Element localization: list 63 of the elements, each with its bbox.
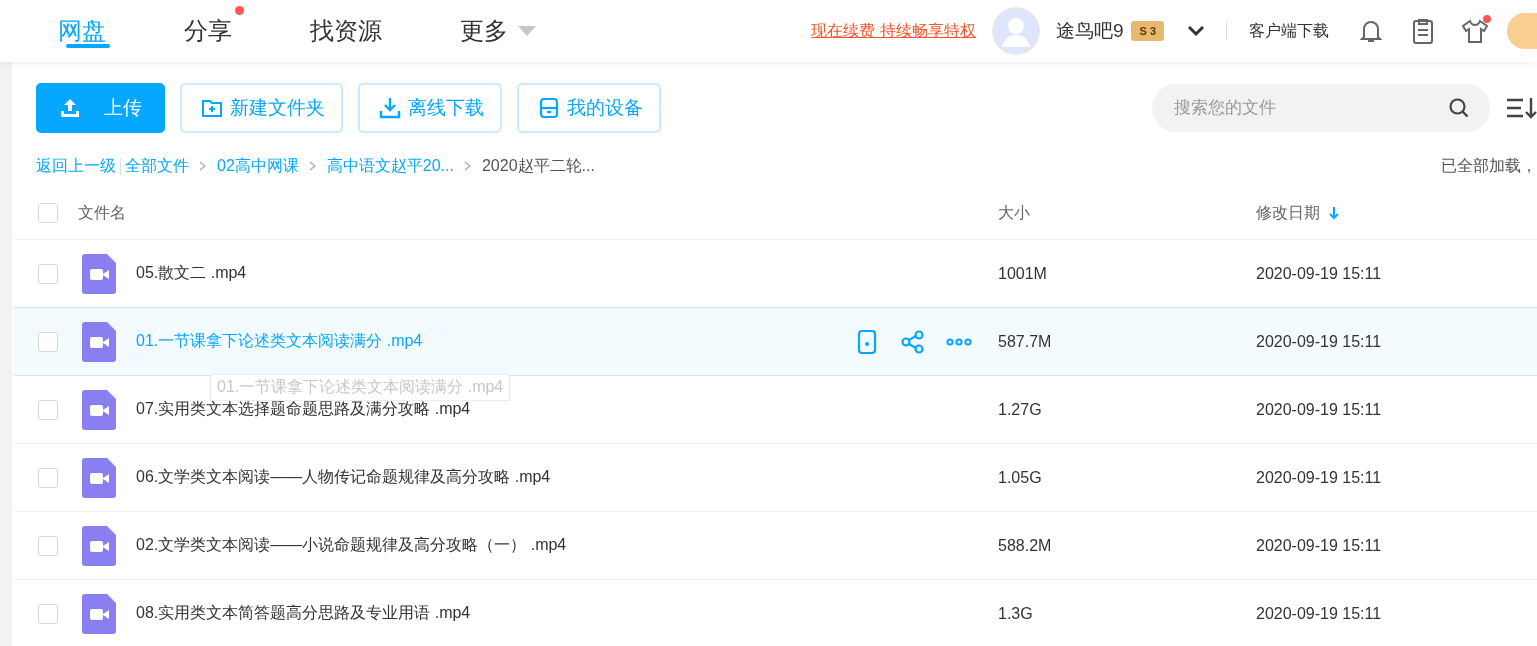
row-checkbox[interactable] [38, 399, 58, 420]
active-tab-indicator [66, 44, 110, 48]
file-name[interactable]: 06.文学类文本阅读——人物传记命题规律及高分攻略 .mp4 [136, 467, 796, 488]
modified-date: 2020-09-19 15:11 [1256, 264, 1383, 283]
file-name[interactable]: 02.文学类文本阅读——小说命题规律及高分攻略（一） .mp4 [136, 535, 796, 556]
video-file-icon [82, 457, 116, 498]
column-header[interactable]: 修改日期 [1256, 202, 1320, 224]
file-name[interactable]: 07.实用类文本选择题命题思路及满分攻略 .mp4 [136, 399, 796, 420]
download-icon [378, 96, 402, 120]
sort-icon[interactable] [1505, 95, 1537, 121]
column-header[interactable]: 文件名 [78, 202, 998, 224]
chevron-right-icon [199, 161, 207, 171]
file-size: 587.7M [998, 332, 1053, 351]
breadcrumb-item: 2020赵平二轮... [481, 155, 595, 176]
nav-tab[interactable]: 分享 [184, 0, 244, 62]
video-file-icon [82, 389, 116, 430]
select-all-checkbox[interactable] [38, 203, 58, 223]
avatar-icon [991, 7, 1040, 55]
file-size: 1.3G [998, 604, 1034, 623]
shirt-icon[interactable] [1461, 17, 1489, 45]
caret-icon [518, 26, 536, 36]
search-icon[interactable] [1448, 97, 1470, 119]
sort-down-icon [1328, 206, 1340, 220]
file-row[interactable]: 06.文学类文本阅读——人物传记命题规律及高分攻略 .mp4 1.05G 2020-09-19 15:11 [14, 444, 1537, 512]
member-button[interactable] [1507, 13, 1537, 49]
video-file-icon [82, 593, 116, 634]
search-field[interactable]: 搜索您的文件 [1152, 84, 1490, 132]
notification-dot [1483, 15, 1491, 23]
column-header[interactable]: 大小 [998, 202, 1256, 224]
file-size: 1.27G [998, 400, 1043, 419]
device-icon [537, 96, 561, 120]
share-icon[interactable] [900, 328, 926, 355]
nav-tab[interactable]: 找资源 [310, 0, 394, 62]
file-row[interactable]: 01.一节课拿下论述类文本阅读满分 .mp4 587.7M 2020-09-19 15:11 [14, 307, 1537, 376]
modified-date: 2020-09-19 15:11 [1256, 536, 1383, 555]
row-checkbox[interactable] [38, 535, 58, 556]
load-status: 已全部加载， [1441, 155, 1537, 176]
modified-date: 2020-09-19 15:11 [1256, 604, 1383, 623]
file-name[interactable]: 05.散文二 .mp4 [136, 263, 796, 284]
row-checkbox[interactable] [38, 331, 58, 352]
modified-date: 2020-09-19 15:11 [1256, 332, 1383, 351]
upload-icon [58, 96, 82, 120]
modified-date: 2020-09-19 15:11 [1256, 468, 1383, 487]
row-checkbox[interactable] [38, 263, 58, 284]
chevron-right-icon [308, 161, 317, 171]
video-file-icon [82, 525, 116, 566]
file-size: 588.2M [998, 536, 1053, 555]
vip-badge: S 3 [1131, 21, 1164, 41]
file-row[interactable]: 08.实用类文本简答题高分思路及专业用语 .mp4 1.3G 2020-09-19 15:11 [14, 580, 1537, 646]
client-download-link[interactable]: 客户端下载 [1249, 20, 1329, 42]
file-size: 1.05G [998, 468, 1043, 487]
file-name[interactable]: 08.实用类文本简答题高分思路及专业用语 .mp4 [136, 603, 796, 624]
chevron-right-icon [463, 161, 472, 171]
video-file-icon [82, 253, 116, 294]
file-row[interactable]: 02.文学类文本阅读——小说命题规律及高分攻略（一） .mp4 588.2M 2020-09-19 15:11 [14, 512, 1537, 580]
username[interactable]: 途鸟吧9 [1055, 18, 1124, 44]
video-file-icon [82, 321, 116, 362]
nav-tab[interactable]: 更多 [460, 0, 548, 62]
row-checkbox[interactable] [38, 467, 58, 488]
row-checkbox[interactable] [38, 603, 58, 624]
chevron-down-icon[interactable] [1186, 24, 1206, 38]
file-size: 1001M [998, 264, 1048, 283]
modified-date: 2020-09-19 15:11 [1256, 400, 1383, 419]
